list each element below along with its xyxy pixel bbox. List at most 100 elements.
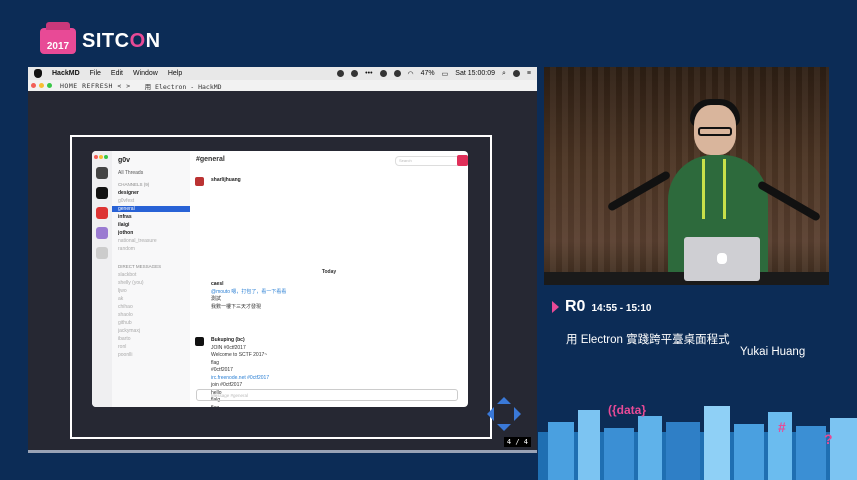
channel-item[interactable]: jothon: [118, 230, 190, 236]
window-title: 用 Electron - HackMD: [144, 82, 222, 91]
dm-item[interactable]: ronl: [118, 344, 190, 350]
message-line: JOIN #0ctf2017: [211, 344, 246, 351]
search-input[interactable]: Search: [395, 156, 462, 166]
dm-item[interactable]: ibarto: [118, 336, 190, 342]
zoom-window-icon[interactable]: [47, 83, 52, 88]
message-author[interactable]: Bukuping (bc): [211, 337, 269, 345]
message: caesl @mouto 嗯，打包了，看一下看看 測試 我數一樓下三天才發現: [196, 281, 286, 311]
message-author[interactable]: sharlijhuang: [211, 177, 241, 183]
svg-text:({data}: ({data}: [608, 403, 646, 417]
speaker-video: [544, 67, 829, 285]
presenter-screen: HackMD File Edit Window Help ••• ◠ 47% ▭…: [28, 67, 537, 453]
channel-item[interactable]: infras: [118, 214, 190, 220]
siri-icon[interactable]: [512, 70, 520, 77]
dm-item[interactable]: poonlli: [118, 352, 190, 358]
logo-wordmark: SITCON: [82, 29, 161, 52]
session-room: R0 14:55 - 15:10: [552, 298, 652, 316]
all-threads[interactable]: All Threads: [118, 170, 190, 176]
menubar-clock[interactable]: Sat 15:00:09: [455, 70, 495, 77]
team-icon[interactable]: [96, 227, 108, 239]
arrow-up-icon[interactable]: [497, 390, 511, 404]
message-line: 我數一樓下三天才發現: [211, 303, 262, 310]
message: sharlijhuang: [195, 177, 241, 186]
battery-icon[interactable]: ▭: [442, 70, 449, 78]
status-icon[interactable]: [379, 70, 387, 77]
menu-help[interactable]: Help: [168, 70, 182, 77]
channel-item-selected[interactable]: general: [112, 206, 190, 212]
progress-strip: [28, 450, 537, 453]
channel-item[interactable]: national_treasure: [118, 238, 190, 244]
message-author[interactable]: caesl: [211, 281, 286, 289]
city-illustration: ({data} # ?: [538, 403, 857, 480]
dm-item[interactable]: chihao: [118, 304, 190, 310]
team-switcher: [92, 151, 112, 407]
slack-app-screenshot: g0v All Threads CHANNELS (9) designer g0…: [92, 151, 468, 407]
talk-title: 用 Electron 實踐跨平臺桌面程式: [566, 334, 730, 346]
session-time: 14:55 - 15:10: [591, 303, 652, 314]
message-input[interactable]: Message #general: [196, 389, 458, 401]
svg-text:#: #: [778, 419, 786, 435]
status-icon[interactable]: [337, 70, 345, 77]
sitcon-logo: 2017 SITCON: [40, 22, 161, 56]
message-line: @mouto 嗯，打包了，看一下看看: [211, 288, 287, 295]
max-dot-icon: [104, 155, 108, 159]
channels-header[interactable]: CHANNELS (9): [118, 182, 190, 188]
apple-logo-icon: [717, 253, 727, 264]
search-icon[interactable]: ⌕: [502, 70, 506, 78]
dm-item[interactable]: shaolo: [118, 312, 190, 318]
avatar: [195, 177, 204, 186]
browser-nav[interactable]: HOME REFRESH < >: [60, 82, 131, 90]
arrow-down-icon[interactable]: [497, 424, 511, 438]
team-icon[interactable]: [96, 167, 108, 179]
message-line: flag: [211, 405, 269, 408]
slide-nav-arrows: [484, 394, 524, 434]
dm-item[interactable]: github: [118, 320, 190, 326]
message-line: #0ctf2017: [211, 367, 233, 373]
laptop: [684, 237, 760, 281]
channel-item[interactable]: g0vfest: [118, 198, 190, 204]
channel-item[interactable]: ilaigi: [118, 222, 190, 228]
team-icon[interactable]: [96, 187, 108, 199]
dm-header[interactable]: DIRECT MESSAGES: [118, 264, 190, 270]
play-triangle-icon: [552, 301, 559, 313]
arrow-left-icon[interactable]: [480, 407, 494, 421]
svg-text:?: ?: [824, 431, 833, 447]
channel-item[interactable]: designer: [118, 190, 190, 196]
dm-item[interactable]: shelly (you): [118, 280, 190, 286]
dm-item[interactable]: slackbot: [118, 272, 190, 278]
min-dot-icon: [99, 155, 103, 159]
minimize-window-icon[interactable]: [39, 83, 44, 88]
message-line: irc.freenode.net #0ctf2017: [211, 374, 270, 381]
message-line: Welcome to SCTF 2017~: [211, 352, 268, 358]
message-line: flag: [211, 359, 220, 366]
channel-item[interactable]: random: [118, 246, 190, 252]
menu-file[interactable]: File: [90, 70, 101, 77]
logo-year-badge: 2017: [40, 22, 76, 54]
dm-item[interactable]: ak: [118, 296, 190, 302]
wifi-icon[interactable]: ◠: [408, 70, 414, 78]
team-icon[interactable]: [96, 207, 108, 219]
menubar-app-name[interactable]: HackMD: [52, 70, 80, 77]
red-badge-icon[interactable]: [457, 155, 468, 166]
close-dot-icon: [94, 155, 98, 159]
lanyard: [702, 159, 726, 219]
more-icon[interactable]: •••: [365, 70, 372, 77]
message-line: 測試: [211, 296, 222, 302]
battery-percent[interactable]: 47%: [421, 70, 435, 77]
dm-item[interactable]: jackymaxj: [118, 328, 190, 334]
arrow-right-icon[interactable]: [514, 407, 528, 421]
airplay-icon[interactable]: [393, 70, 401, 77]
status-icon[interactable]: [351, 70, 359, 77]
glasses: [698, 127, 732, 136]
close-window-icon[interactable]: [31, 83, 36, 88]
menu-edit[interactable]: Edit: [111, 70, 123, 77]
notification-center-icon[interactable]: ≡: [527, 70, 531, 77]
dm-item[interactable]: ljwo: [118, 288, 190, 294]
workspace-name[interactable]: g0v: [118, 157, 190, 164]
menu-window[interactable]: Window: [133, 70, 158, 77]
room-name: R0: [565, 298, 586, 315]
slack-chat-pane: #general Search sharlijhuang Today caesl…: [190, 151, 468, 407]
add-team-icon[interactable]: [96, 247, 108, 259]
apple-icon[interactable]: [34, 69, 42, 78]
date-divider: Today: [321, 269, 337, 275]
